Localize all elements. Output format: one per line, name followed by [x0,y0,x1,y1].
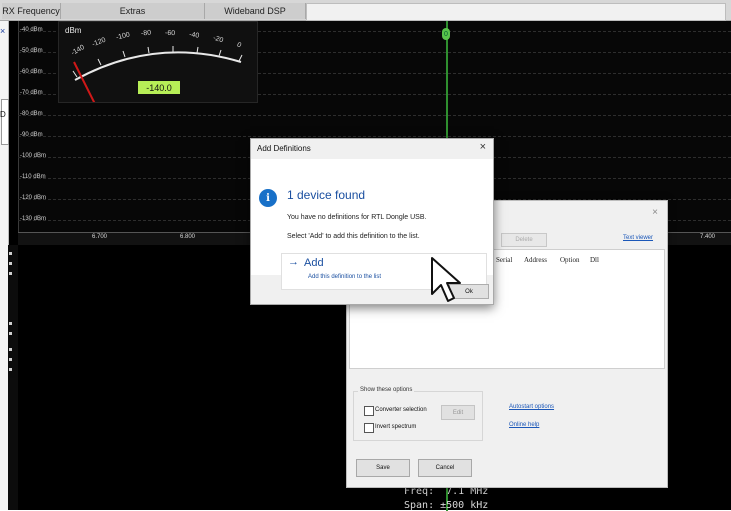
left-strip-letter: D [0,110,6,119]
column-header-dll[interactable]: Dll [590,256,599,264]
left-side-panel [1,99,9,145]
frequency-tick-label: 7.400 [700,234,716,240]
cancel-button[interactable]: Cancel [418,459,472,477]
span-readout: Span: ±500 kHz [404,500,489,511]
add-command-title: Add [304,257,324,269]
dbm-level-label: -80 dBm [20,111,43,117]
online-help-link[interactable]: Online help [509,422,539,428]
column-header-address[interactable]: Address [524,256,547,264]
waterfall-tick [9,262,12,265]
save-button[interactable]: Save [356,459,410,477]
waterfall-tick [9,272,12,275]
invert-spectrum-checkbox[interactable] [364,423,374,433]
delete-button[interactable]: Delete [501,233,547,247]
grid-line [18,136,731,137]
waterfall-left-strip [8,245,18,510]
dbm-level-label: -40 dBm [20,27,43,33]
waterfall-tick [9,332,12,335]
edit-button[interactable]: Edit [441,405,475,420]
grid-line [18,115,731,116]
waterfall-tick [9,358,12,361]
meter-scale-label: -40 [188,31,200,40]
sdr-application: RX Frequency Extras Wideband DSP × D -40… [0,0,731,511]
dbm-level-label: -60 dBm [20,69,43,75]
dbm-level-label: -50 dBm [20,48,43,54]
meter-value-display: -140.0 [138,81,180,94]
close-icon[interactable]: × [0,26,5,36]
meter-tick [218,49,222,57]
tab-rx-frequency[interactable]: RX Frequency [2,3,61,19]
text-viewer-link[interactable]: Text viewer [623,235,653,241]
meter-scale-label: -80 [140,29,152,38]
waterfall-tick [9,322,12,325]
meter-tick [238,54,243,62]
meter-scale-label: -60 [164,29,176,38]
close-icon[interactable]: × [652,207,658,218]
dialog-title: Add Definitions [257,144,311,153]
meter-tick [147,46,150,54]
dbm-level-label: -120 dBm [20,195,47,201]
frequency-tick-label: 6.700 [92,234,108,240]
dbm-level-label: -130 dBm [20,216,47,222]
waterfall-tick [9,348,12,351]
close-icon[interactable]: × [480,141,486,153]
info-icon: i [259,189,277,207]
signal-meter: dBm -140 -120 -100 -80 -60 -40 -20 0 -14… [58,21,258,103]
dialog-message: You have no definitions for RTL Dongle U… [287,214,427,221]
meter-needle [73,61,96,102]
mouse-cursor-icon [431,257,461,302]
meter-arc [74,51,242,81]
dbm-level-label: -100 dBm [20,153,47,159]
converter-selection-label[interactable]: Converter selection [375,407,427,413]
tab-strip-empty [306,3,726,21]
dbm-level-label: -110 dBm [20,174,46,180]
meter-tick [196,46,199,54]
frequency-tick-label: 6.800 [180,234,196,240]
converter-selection-checkbox[interactable] [364,406,374,416]
column-header-serial[interactable]: Serial [496,256,512,264]
dialog-instruction: Select 'Add' to add this definition to t… [287,233,420,240]
spectrum-axis-line [18,21,19,238]
tab-strip: RX Frequency Extras Wideband DSP [0,0,731,21]
dbm-level-label: -70 dBm [20,90,43,96]
column-header-option[interactable]: Option [560,256,579,264]
invert-spectrum-label[interactable]: Invert spectrum [375,424,416,430]
tuning-marker-handle[interactable]: 0 [442,28,450,40]
arrow-right-icon: → [288,256,299,268]
autostart-options-link[interactable]: Autostart options [509,404,554,410]
waterfall-tick [9,252,12,255]
dialog-heading: 1 device found [287,188,366,202]
meter-tick [72,70,78,78]
add-command-subtitle: Add this definition to the list [308,274,382,280]
options-group-title: Show these options [358,387,415,393]
tab-wideband-dsp[interactable]: Wideband DSP [205,3,306,19]
tab-extras[interactable]: Extras [61,3,205,19]
meter-tick [122,50,126,58]
waterfall-tick [9,368,12,371]
meter-tick [97,58,102,66]
dbm-level-label: -90 dBm [20,132,43,138]
